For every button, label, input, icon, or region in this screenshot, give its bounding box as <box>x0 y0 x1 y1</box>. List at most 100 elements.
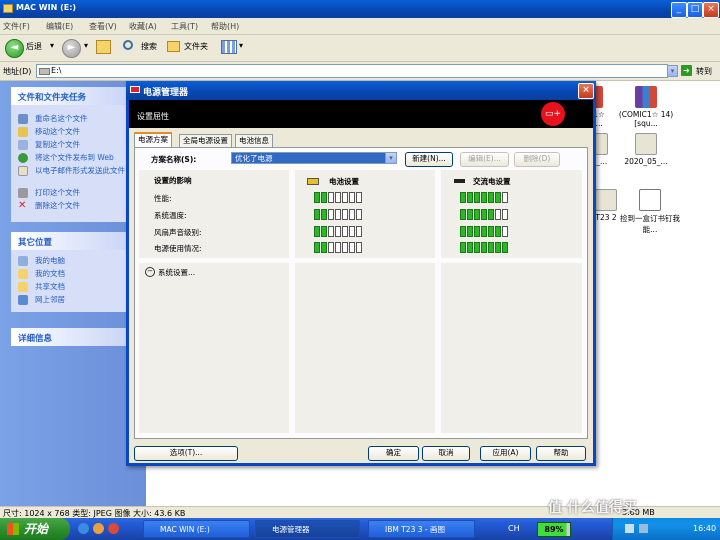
file-item[interactable]: T23 2 <box>592 189 620 222</box>
place-shared-documents[interactable]: 共享文档 <box>11 281 135 294</box>
other-places-title[interactable]: 其它位置 <box>11 232 135 250</box>
level-segment-on <box>481 192 487 203</box>
ac-lower-cell <box>441 263 582 433</box>
menu-file[interactable]: 文件(F) <box>3 21 30 32</box>
level-segment-on <box>474 209 480 220</box>
place-my-computer[interactable]: 我的电脑 <box>11 255 135 268</box>
level-segment-off <box>342 242 348 253</box>
task-publish-web[interactable]: 将这个文件发布到 Web <box>11 152 135 165</box>
delete-scheme-button[interactable]: 删除(D) <box>514 152 560 167</box>
views-dropdown-icon[interactable]: ▾ <box>239 41 243 50</box>
impact-header: 设置的影响 <box>154 176 192 185</box>
system-settings-link[interactable]: 系统设置... <box>158 267 195 278</box>
file-tasks-title[interactable]: 文件和文件夹任务 <box>11 87 135 105</box>
details-title[interactable]: 详细信息 <box>11 328 135 346</box>
back-dropdown-icon[interactable]: ▾ <box>50 41 54 50</box>
ie-icon[interactable] <box>78 523 89 534</box>
tray-icon[interactable] <box>625 524 634 533</box>
level-segment-off <box>356 192 362 203</box>
level-segment-off <box>349 209 355 220</box>
address-input[interactable]: E:\ <box>36 64 668 78</box>
menu-tools[interactable]: 工具(T) <box>171 21 198 32</box>
file-item[interactable]: (COMIC1☆ 14) [squ... <box>616 86 676 128</box>
tab-global-settings[interactable]: 全局电源设置 <box>179 134 232 147</box>
menu-bar: 文件(F) 编辑(E) 查看(V) 收藏(A) 工具(T) 帮助(H) <box>0 18 720 35</box>
level-segment-off <box>342 192 348 203</box>
back-button-label[interactable]: 后退 <box>26 41 42 52</box>
folders-button-label[interactable]: 文件夹 <box>184 41 208 52</box>
apply-button[interactable]: 应用(A) <box>480 446 531 461</box>
close-button[interactable]: × <box>703 2 719 18</box>
dialog-title: 电源管理器 <box>143 88 189 98</box>
task-delete[interactable]: ✕ 删除这个文件 <box>11 200 135 213</box>
task-rename[interactable]: 重命名这个文件 <box>11 113 135 126</box>
taskbar-item-power-manager[interactable]: 电源管理器 <box>255 520 360 538</box>
menu-help[interactable]: 帮助(H) <box>211 21 239 32</box>
level-segment-on <box>314 209 320 220</box>
level-segment-on <box>314 242 320 253</box>
clock[interactable]: 16:40 <box>693 524 716 533</box>
task-label: 移动这个文件 <box>35 127 80 136</box>
level-segment-off <box>328 226 334 237</box>
battery-bars-fan <box>314 226 363 238</box>
drive-icon <box>39 68 50 75</box>
help-button[interactable]: 帮助 <box>536 446 586 461</box>
forward-dropdown-icon[interactable]: ▾ <box>84 41 88 50</box>
place-my-documents[interactable]: 我的文档 <box>11 268 135 281</box>
level-segment-off <box>349 242 355 253</box>
browser-icon[interactable] <box>93 523 104 534</box>
tray-icon[interactable] <box>639 524 648 533</box>
menu-view[interactable]: 查看(V) <box>89 21 117 32</box>
search-icon[interactable] <box>123 40 133 50</box>
back-arrow-icon[interactable]: ◄ <box>5 39 24 58</box>
level-segment-on <box>460 242 466 253</box>
chevron-down-icon[interactable]: ▾ <box>385 152 397 164</box>
ac-header: 交流电设置 <box>473 177 511 186</box>
dialog-close-button[interactable]: × <box>578 83 594 99</box>
level-segment-off <box>495 209 501 220</box>
options-button[interactable]: 选项(T)... <box>134 446 238 461</box>
battery-gauge[interactable]: 89% <box>537 522 571 537</box>
media-icon[interactable] <box>108 523 119 534</box>
menu-favorites[interactable]: 收藏(A) <box>129 21 157 32</box>
level-segment-on <box>314 192 320 203</box>
taskbar-item-paint[interactable]: IBM T23 3 - 画图 <box>368 520 475 538</box>
cancel-button[interactable]: 取消 <box>422 446 470 461</box>
network-icon <box>18 295 28 305</box>
expand-circle-icon[interactable]: − <box>145 267 155 277</box>
image-file-icon <box>595 189 617 211</box>
computer-icon <box>18 256 28 266</box>
details-box: 详细信息 <box>11 328 135 346</box>
up-folder-icon[interactable] <box>96 40 111 54</box>
folders-icon[interactable] <box>167 41 180 52</box>
minimize-button[interactable]: _ <box>671 2 687 18</box>
taskbar-item-explorer[interactable]: MAC WIN (E:) <box>143 520 250 538</box>
ok-button[interactable]: 确定 <box>368 446 419 461</box>
menu-edit[interactable]: 编辑(E) <box>46 21 73 32</box>
file-item[interactable]: 2020_05_... <box>616 133 676 166</box>
new-scheme-button[interactable]: 新建(N)... <box>405 152 453 167</box>
address-dropdown-icon[interactable]: ▾ <box>667 65 678 77</box>
search-button-label[interactable]: 搜索 <box>141 41 157 52</box>
task-copy[interactable]: 复制这个文件 <box>11 139 135 152</box>
task-email[interactable]: 以电子邮件形式发送此文件 <box>11 165 135 187</box>
start-button[interactable]: 开始 <box>0 518 70 540</box>
go-arrow-icon[interactable]: ➔ <box>681 65 692 76</box>
watermark-text: 值 什么值得买 <box>548 500 637 516</box>
tab-battery-info[interactable]: 电池信息 <box>235 134 273 147</box>
rename-icon <box>18 114 28 124</box>
forward-arrow-icon[interactable]: ► <box>62 39 81 58</box>
ac-bars-power <box>460 242 509 254</box>
place-network[interactable]: 网上邻居 <box>11 294 135 307</box>
task-move[interactable]: 移动这个文件 <box>11 126 135 139</box>
go-button[interactable]: 转到 <box>696 66 712 77</box>
maximize-button[interactable]: □ <box>687 2 703 18</box>
views-icon[interactable] <box>221 40 237 54</box>
task-print[interactable]: 打印这个文件 <box>11 187 135 200</box>
power-manager-dialog: 电源管理器 × 设置屈性 ▭+ 电源方案 全局电源设置 电池信息 方案名称(S)… <box>126 81 596 466</box>
toolbar: ◄ 后退 ▾ ► ▾ 搜索 文件夹 ▾ <box>0 35 720 62</box>
file-item[interactable]: 捡到一盒订书钉我能... <box>620 189 680 235</box>
scheme-select[interactable]: 优化了电源 <box>231 152 397 164</box>
edit-scheme-button[interactable]: 编辑(E)... <box>460 152 509 167</box>
language-indicator[interactable]: CH <box>508 524 520 533</box>
